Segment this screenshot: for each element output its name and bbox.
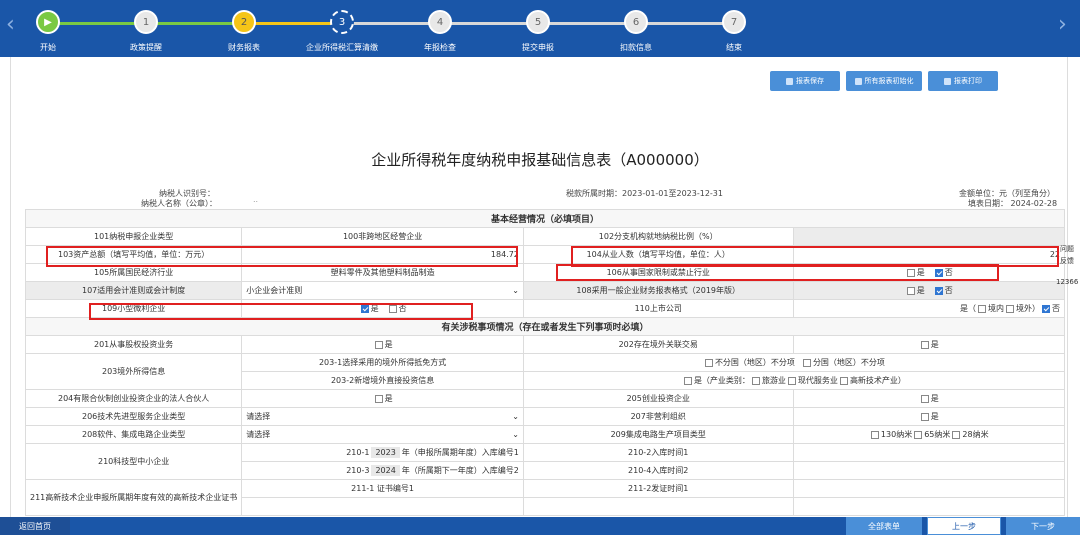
- bottom-bar: 返回首页 全部表单 上一步 下一步: [0, 517, 1080, 535]
- table-row: 203境外所得信息 203-1选择采用的境外所得抵免方式 不分国（地区）不分项分…: [24, 353, 1066, 390]
- table-row: 201从事股权投资业务 是 202存在境外关联交易 是: [24, 335, 1066, 354]
- highlight-109: [89, 303, 473, 320]
- date-field[interactable]: [792, 443, 1066, 462]
- fill-date: 填表日期： 2024-02-28: [968, 199, 1058, 208]
- step-start[interactable]: ▶ 开始: [8, 10, 88, 53]
- prev-step-button[interactable]: 上一步: [927, 517, 1001, 535]
- feedback-tab[interactable]: 问题: [1060, 244, 1074, 254]
- checkbox-option[interactable]: [952, 430, 961, 439]
- checkbox-option[interactable]: [839, 376, 848, 385]
- table-row: 107适用会计准则或会计制度 小企业会计准则 ⌄ 108采用一般企业财务报表格式（…: [24, 281, 1066, 300]
- checkbox-option[interactable]: [704, 358, 713, 367]
- taxpayer-name-value: ..: [253, 195, 259, 204]
- step-financial-statements[interactable]: 2 财务报表: [204, 10, 284, 53]
- checkbox-no[interactable]: [1042, 304, 1050, 313]
- checkbox-yes[interactable]: [683, 376, 692, 385]
- step-progress-bar: ‹ › ▶ 开始 1 政策提醒 2 财务报表 3 企业所得税汇算清缴 4 年报检…: [0, 0, 1080, 57]
- checkbox-overseas[interactable]: [1006, 304, 1014, 313]
- table-row: 210科技型中小企业 210-1 2023 年（申报所属期年度）入库编号1 210-…: [24, 443, 1066, 480]
- step-annual-check[interactable]: 4 年报检查: [400, 10, 480, 53]
- checkbox-yes[interactable]: [374, 394, 383, 403]
- checkbox-yes[interactable]: [920, 412, 929, 421]
- table-row: 206技术先进型服务企业类型 请选择 ⌄ 207非营利组织 是: [24, 407, 1066, 426]
- section-basic: 基本经营情况（必填项目）: [25, 209, 1065, 228]
- feedback-tab-2[interactable]: 反馈: [1060, 256, 1074, 266]
- step-submit[interactable]: 5 提交申报: [498, 10, 578, 53]
- branch-ratio-field: [792, 227, 1066, 246]
- tax-period: 税款所属时期：2023-01-01至2023-12-31: [566, 189, 723, 198]
- next-step-button[interactable]: 下一步: [1006, 517, 1080, 535]
- date-field[interactable]: [792, 479, 1066, 498]
- listed-company-options: 是（ 境内 境外）否: [792, 299, 1066, 318]
- init-all-reports-button[interactable]: 所有报表初始化: [846, 71, 922, 91]
- checkbox-yes[interactable]: [906, 286, 915, 295]
- chevron-down-icon: ⌄: [512, 430, 519, 439]
- checkbox-yes[interactable]: [374, 340, 383, 349]
- home-button[interactable]: 返回首页: [0, 517, 70, 535]
- reset-icon: [854, 77, 862, 85]
- step-policy-reminder[interactable]: 1 政策提醒: [106, 10, 186, 53]
- taxpayer-name-label: 纳税人名称（公章）：: [141, 199, 217, 208]
- checkbox-domestic[interactable]: [978, 304, 986, 313]
- section-tax-matters: 有关涉税事项情况（存在或者发生下列事项时必填）: [25, 317, 1065, 336]
- checkbox-option[interactable]: [802, 358, 811, 367]
- step-end[interactable]: 7 结束: [694, 10, 774, 53]
- highlight-106: [556, 264, 999, 281]
- checkbox-option[interactable]: [787, 376, 796, 385]
- step-annual-settlement[interactable]: 3 企业所得税汇算清缴: [302, 10, 382, 53]
- software-ic-select[interactable]: 请选择 ⌄: [241, 425, 524, 444]
- form-panel: 报表保存 所有报表初始化 报表打印 企业所得税年度纳税申报基础信息表（A0000…: [10, 57, 1068, 517]
- date-field[interactable]: [792, 461, 1066, 480]
- checkbox-yes[interactable]: [920, 340, 929, 349]
- save-icon: [786, 77, 793, 85]
- print-icon: [944, 77, 951, 85]
- year-field[interactable]: 2023: [371, 447, 400, 458]
- print-report-button[interactable]: 报表打印: [928, 71, 998, 91]
- tech-service-select[interactable]: 请选择 ⌄: [241, 407, 524, 426]
- play-icon: ▶: [36, 10, 60, 34]
- checkbox-option[interactable]: [751, 376, 760, 385]
- year-field[interactable]: 2024: [371, 465, 400, 476]
- table-row: 101纳税申报企业类型 100非跨地区经营企业 102分支机构就地纳税比例（%）: [24, 227, 1066, 246]
- chevron-down-icon: ⌄: [512, 412, 519, 421]
- save-report-button[interactable]: 报表保存: [770, 71, 840, 91]
- form-title: 企业所得税年度纳税申报基础信息表（A000000）: [371, 151, 709, 169]
- accounting-standard-select[interactable]: 小企业会计准则 ⌄: [241, 281, 524, 300]
- chevron-down-icon: ⌄: [512, 286, 519, 295]
- table-row: 211高新技术企业申报所属期年度有效的高新技术企业证书 211-1 证书编号1 …: [24, 479, 1066, 516]
- next-arrow-icon[interactable]: ›: [1058, 12, 1067, 37]
- table-row: 208软件、集成电路企业类型 请选择 ⌄ 209集成电路生产项目类型 130纳米 6…: [24, 425, 1066, 444]
- hotline: 12366: [1056, 278, 1079, 286]
- table-row: 204有限合伙制创业投资企业的法人合伙人 是 205创业投资企业 是: [24, 389, 1066, 408]
- checkbox-no[interactable]: [934, 286, 943, 295]
- report-format-options: 是否: [792, 281, 1066, 300]
- step-deduction-info[interactable]: 6 扣款信息: [596, 10, 676, 53]
- checkbox-yes[interactable]: [920, 394, 929, 403]
- checkbox-option[interactable]: [914, 430, 923, 439]
- checkbox-option[interactable]: [870, 430, 879, 439]
- all-forms-button[interactable]: 全部表单: [846, 517, 922, 535]
- highlight-103: [46, 246, 518, 267]
